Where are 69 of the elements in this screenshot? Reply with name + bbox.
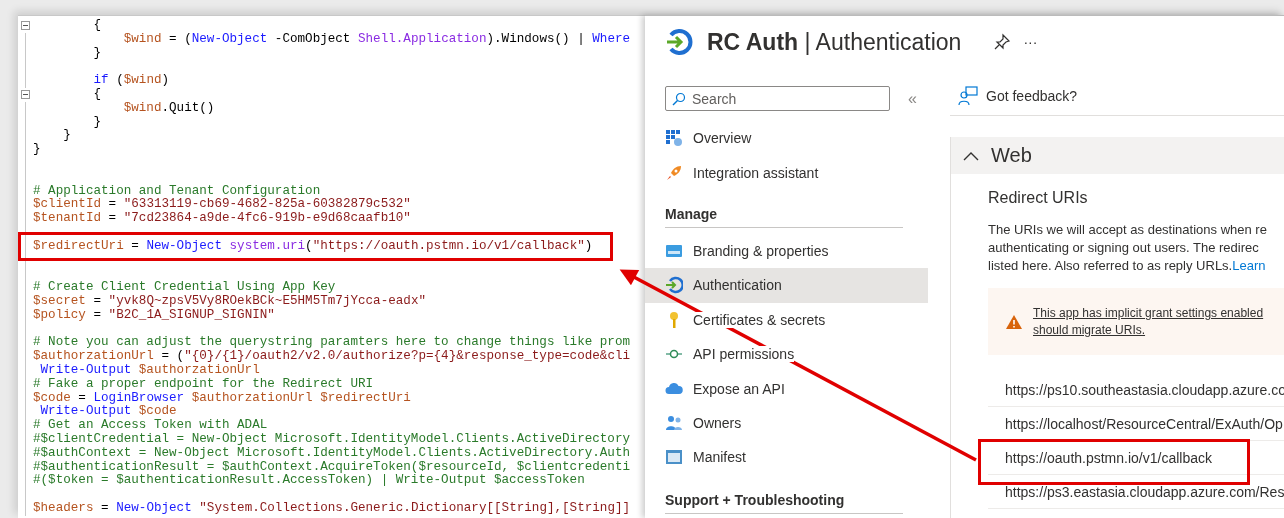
code-line: $code = LoginBrowser $authorzationUrl $redirectUri <box>33 391 411 405</box>
redirect-uri: https://localhost/ResourceCentral/ExAuth/Op <box>988 407 1284 441</box>
rocket-icon <box>665 163 683 182</box>
nav-item[interactable]: Authentication <box>645 268 928 303</box>
section-header[interactable]: Web <box>951 137 1284 174</box>
code-line: } <box>62 129 71 144</box>
code-line: #$authContext = New-Object Microsoft.IdentityModel.Clients.ActiveDirectory.Auth <box>33 446 631 461</box>
pin-icon[interactable] <box>993 33 1012 51</box>
nav-heading: Manage <box>665 189 903 228</box>
document-icon <box>665 448 683 467</box>
warning-icon <box>1005 313 1023 330</box>
code-line: # Create Client Credential Using App Key <box>33 281 336 295</box>
section-subtitle: Redirect URIs <box>988 188 1089 208</box>
collapse-button[interactable]: « <box>908 89 917 108</box>
nav-item[interactable]: API permissions <box>645 336 928 372</box>
search-icon <box>672 92 686 106</box>
more-button[interactable]: ··· <box>1023 34 1038 50</box>
sign-in-icon <box>665 276 683 295</box>
nav-item[interactable]: Manifest <box>645 440 928 475</box>
code-line: # Application and Tenant Configuration <box>33 184 321 198</box>
code-line: if ($wind) <box>92 74 170 88</box>
description-text: authenticating or signing out users. The redirec <box>988 240 1259 255</box>
code-line: $wind.Quit() <box>122 101 215 116</box>
nav-item[interactable]: Owners <box>645 405 928 441</box>
code-line: Write-Output $authorzationUrl <box>39 363 260 378</box>
code-line: $authorzationUrl = ("{0}/{1}/oauth2/v2.0/authorize?p={4}&response_type=code&cli <box>33 350 631 364</box>
nav-item[interactable]: Overview <box>645 121 928 156</box>
code-line: { <box>92 88 102 102</box>
feedback-icon <box>958 86 978 106</box>
learn-link[interactable]: Learn <box>1232 258 1266 273</box>
nav-item[interactable]: Certificates & secrets <box>645 302 928 337</box>
collapse-icon[interactable] <box>21 90 30 100</box>
code-line: # Get an Access Token with ADAL <box>33 419 268 433</box>
code-line: } <box>92 115 102 130</box>
section-title: Web <box>991 144 1032 167</box>
page-title: RC Auth | Authentication <box>707 28 962 56</box>
people-icon <box>665 413 683 432</box>
nav-item[interactable]: Integration assistant <box>645 155 928 190</box>
code-line: $policy = "B2C_1A_SIGNUP_SIGNIN" <box>33 308 275 323</box>
code-line: #$authenticationResult = $authContext.AcquireToken($resourceId, $clientcredenti <box>33 460 631 474</box>
warning-link[interactable]: should migrate URIs. <box>1033 321 1264 339</box>
description-text: listed here. Also referred to as reply URLs. <box>988 258 1233 273</box>
collapse-icon[interactable] <box>21 21 30 31</box>
redirect-uri: https://oauth.pstmn.io/v1/callback <box>988 441 1284 475</box>
chevron-icon <box>963 150 979 161</box>
nav-item[interactable]: Expose an API <box>645 371 928 406</box>
code-line: $wind = (New-Object -ComObject Shell.Application).Windows() | Where <box>122 32 631 47</box>
feedback-button[interactable]: Got feedback? <box>958 86 1078 106</box>
description-text: The URIs we will accept as destinations when re <box>988 222 1267 237</box>
code-line: # Note you can adjust the querystring paramters here to change things like prom <box>33 336 631 350</box>
grid-icon <box>665 129 683 148</box>
code-line: } <box>92 46 102 61</box>
search-field[interactable]: Search <box>665 86 890 111</box>
code-line: $headers = New-Object "System.Collections.Generic.Dictionary[[String],[String]] <box>33 501 631 516</box>
code-line: #($token = $authenticationResult.AccessToken) | Write-Output $accessToken <box>33 474 585 489</box>
redirect-uri: https://ps3.eastasia.cloudapp.azure.com/Res <box>988 475 1284 509</box>
code-line: $redirectUri = New-Object system.uri("https://oauth.pstmn.io/v1/callback") <box>33 239 593 254</box>
nav-heading: Support + Troubleshooting <box>665 474 903 514</box>
code-line: $tenantId = "7cd23864-a9de-4fc6-919b-e9d68caafb10" <box>33 212 411 226</box>
code-line: #$clientCredential = New-Object Microsoft.IdentityModel.Clients.ActiveDirectory <box>33 432 631 447</box>
code-line: Write-Output $code <box>39 405 177 419</box>
code-line: # Fake a proper endpoint for the Redirect URI <box>33 377 374 392</box>
sign-in-icon <box>665 28 693 56</box>
nav-item[interactable]: Branding & properties <box>645 233 928 269</box>
warning-link[interactable]: This app has implicit grant settings enabled <box>1033 304 1264 322</box>
code-line: } <box>33 143 41 157</box>
code-line: $secret = "yvk8Q~zpsV5Vy8ROekBCk~E5HM5Tm7jYcca-eadx" <box>33 294 426 309</box>
code-line: $clientId = "63313119-cb69-4682-825a-60382879c532" <box>33 198 411 212</box>
code-line: { <box>92 19 102 33</box>
